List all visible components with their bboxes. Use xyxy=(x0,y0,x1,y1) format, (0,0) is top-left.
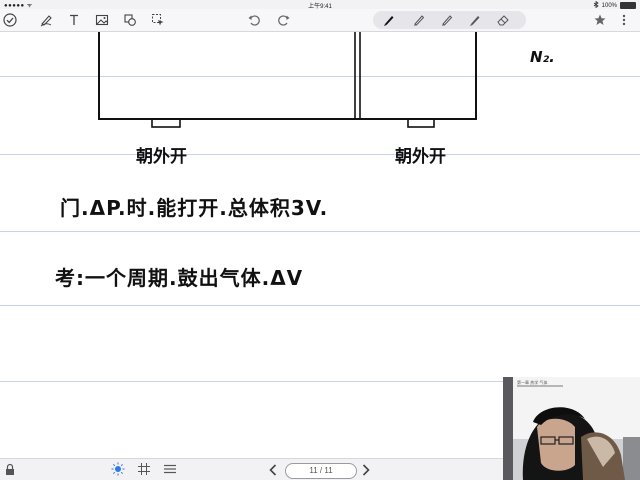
undo-icon[interactable] xyxy=(246,12,262,28)
next-page-icon[interactable] xyxy=(361,463,371,480)
done-icon[interactable] xyxy=(2,12,18,28)
select-icon[interactable] xyxy=(150,12,166,28)
prev-page-icon[interactable] xyxy=(268,463,278,480)
highlighter-icon[interactable] xyxy=(439,12,455,28)
lasso-icon[interactable] xyxy=(38,12,54,28)
pen-icon[interactable] xyxy=(381,12,397,28)
notes-app-window: ●●●●● ᯤ 上午9:41 100% N₂. 朝外开 朝外开 门.ΔP.时.能… xyxy=(0,0,640,480)
webcam-feed xyxy=(503,377,640,480)
image-icon[interactable] xyxy=(94,12,110,28)
pencil-icon[interactable] xyxy=(411,12,427,28)
pen-tools-group xyxy=(373,11,526,29)
status-bar: ●●●●● ᯤ 上午9:41 100% xyxy=(0,0,640,10)
eraser-icon[interactable] xyxy=(495,12,511,28)
note-line-2: 考:一个周期.鼓出气体.ΔV xyxy=(55,266,304,290)
star-icon[interactable] xyxy=(592,12,608,28)
redo-icon[interactable] xyxy=(276,12,292,28)
battery-icon xyxy=(620,2,636,9)
lock-icon[interactable] xyxy=(4,463,16,480)
shapes-icon[interactable] xyxy=(122,12,138,28)
whiteboard-caption: 第一章 热学 气体 xyxy=(517,380,548,385)
text-icon[interactable] xyxy=(66,12,82,28)
gas-label: N₂. xyxy=(530,48,555,66)
page-indicator[interactable]: 11 / 11 xyxy=(285,463,357,479)
list-icon[interactable] xyxy=(163,462,177,480)
marker-icon[interactable] xyxy=(467,12,483,28)
brightness-icon[interactable] xyxy=(111,462,125,480)
left-valve-label: 朝外开 xyxy=(136,147,187,167)
battery-percent: 100% xyxy=(601,2,617,9)
note-line-1: 门.ΔP.时.能打开.总体积3V. xyxy=(60,196,329,220)
menu-icon[interactable] xyxy=(616,12,632,28)
grid-icon[interactable] xyxy=(137,462,151,480)
top-toolbar xyxy=(0,9,640,32)
right-valve-label: 朝外开 xyxy=(395,147,446,167)
webcam-overlay: 第一章 热学 气体 xyxy=(503,377,640,480)
